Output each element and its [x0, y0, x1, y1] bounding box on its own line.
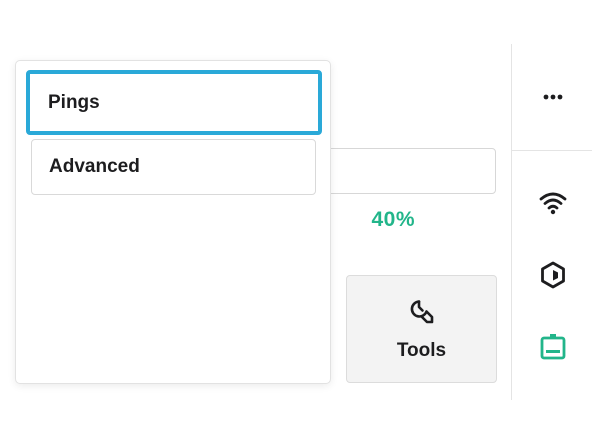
hexagon-icon	[541, 261, 565, 289]
shape-button[interactable]	[536, 258, 570, 292]
menu-item-advanced[interactable]: Advanced	[31, 139, 316, 195]
progress-percent: 40%	[371, 208, 415, 231]
tools-button[interactable]: Tools	[346, 275, 497, 383]
right-toolbar	[511, 44, 592, 400]
more-button[interactable]	[536, 80, 570, 114]
device-button[interactable]	[536, 330, 570, 364]
wrench-icon	[410, 300, 434, 324]
tools-label: Tools	[396, 340, 447, 361]
dropdown-menu: Pings Advanced	[15, 60, 331, 384]
menu-item-pings[interactable]: Pings	[26, 70, 322, 135]
rail-divider	[512, 150, 592, 151]
more-icon	[543, 94, 563, 100]
wifi-icon	[539, 192, 567, 215]
wifi-button[interactable]	[536, 186, 570, 220]
device-icon	[540, 334, 566, 360]
main-area: 40% Tools Pings Advanced	[0, 0, 511, 444]
